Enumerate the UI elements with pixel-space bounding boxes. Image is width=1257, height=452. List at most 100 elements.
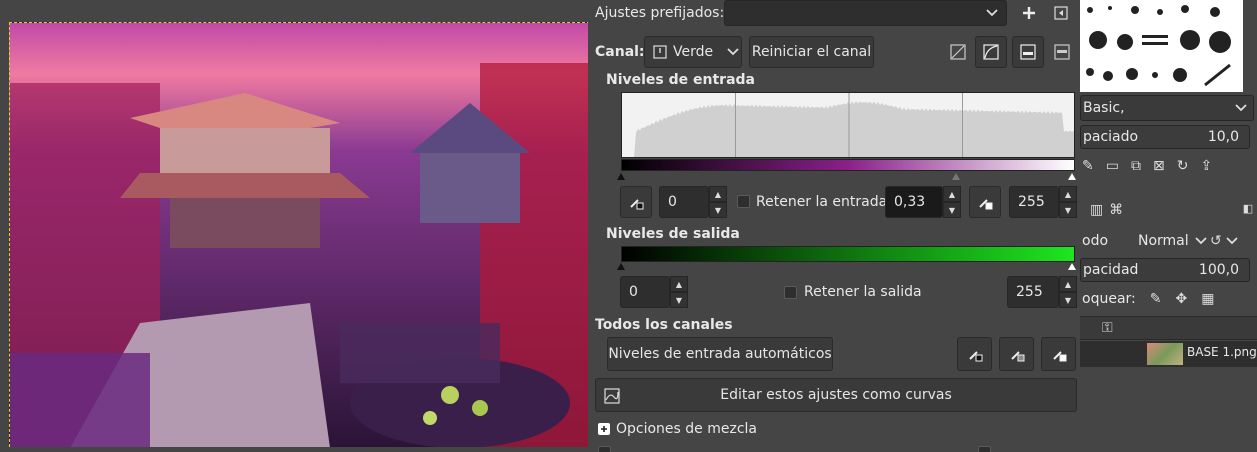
preset-menu-button[interactable] <box>1050 2 1072 24</box>
lock-paint-icon[interactable]: ✎ <box>1150 291 1162 307</box>
output-high-field[interactable]: 255 <box>1007 276 1059 308</box>
input-gamma-handle[interactable] <box>952 173 960 180</box>
presets-dropdown[interactable] <box>724 0 1007 26</box>
output-black-handle[interactable] <box>617 263 625 270</box>
lock-label: oquear: <box>1082 291 1136 307</box>
histogram <box>621 92 1075 158</box>
input-high-value: 255 <box>1018 194 1045 210</box>
chevron-down-icon <box>1235 104 1247 112</box>
log-histogram-button[interactable] <box>975 36 1007 68</box>
chevron-down-icon <box>1195 237 1207 245</box>
blend-options-expander[interactable]: Opciones de mezcla <box>598 419 757 439</box>
reset-mode-icon: ↺ <box>1210 233 1222 249</box>
add-preset-button[interactable] <box>1018 2 1040 24</box>
input-high-spinner[interactable]: ▲ ▼ <box>1059 186 1077 218</box>
dock-tabs: ▥ ⌘ <box>1090 198 1123 222</box>
auto-input-levels-button[interactable]: Niveles de entrada automáticos <box>607 337 833 371</box>
channels-tab-icon[interactable]: ▥ <box>1090 202 1103 218</box>
reset-channel-label: Reiniciar el canal <box>751 44 872 60</box>
edit-as-curves-button[interactable]: Editar estos ajustes como curvas <box>595 378 1077 412</box>
show-histogram-button[interactable] <box>1012 36 1044 68</box>
layers-header: ⚿ <box>1080 316 1257 340</box>
eyedropper-black-icon <box>968 351 982 362</box>
input-slider-track[interactable] <box>617 171 1076 181</box>
all-channels-title: Todos los canales <box>595 317 733 333</box>
composite-mode-button[interactable]: ↺ <box>1210 230 1238 252</box>
layer-thumbnail <box>1147 343 1183 365</box>
layer-row[interactable]: BASE 1.png <box>1080 341 1257 367</box>
spacing-field[interactable]: paciado 10,0 <box>1080 125 1250 149</box>
dock-menu-button[interactable]: ◧ <box>1240 200 1256 216</box>
histogram-view-button[interactable] <box>1050 40 1074 64</box>
spacing-value: 10,0 <box>1207 129 1239 145</box>
log-histogram-icon <box>983 44 999 60</box>
eyedropper-white-icon <box>1052 351 1066 362</box>
layer-lock-column-icon: ⚿ <box>1102 320 1113 336</box>
output-slider-track[interactable] <box>617 262 1076 272</box>
preview-checkbox[interactable] <box>598 446 611 452</box>
image-canvas[interactable] <box>9 22 590 447</box>
duplicate-brush-icon[interactable]: ⧉ <box>1131 158 1141 174</box>
delete-brush-icon[interactable]: ⊠ <box>1153 158 1165 174</box>
chevron-down-icon <box>1226 237 1238 245</box>
channel-label: Canal: <box>595 44 645 60</box>
gamma-spinner[interactable]: ▲ ▼ <box>943 186 961 218</box>
blend-options-label: Opciones de mezcla <box>616 421 758 437</box>
brush-name: Basic, <box>1083 100 1125 116</box>
auto-input-levels-label: Niveles de entrada automáticos <box>608 346 832 362</box>
channel-dropdown[interactable]: Verde <box>644 36 742 68</box>
keep-input-checkbox[interactable] <box>737 195 750 208</box>
keep-output-label: Retener la salida <box>804 284 922 300</box>
chevron-down-icon <box>727 48 739 56</box>
opacity-value: 100,0 <box>1198 262 1239 278</box>
eyedropper-white-icon <box>979 199 993 210</box>
pick-black-all-button[interactable] <box>957 337 992 371</box>
keep-output-checkbox[interactable] <box>784 286 797 299</box>
output-white-handle[interactable] <box>1068 263 1076 270</box>
presets-label: Ajustes prefijados: <box>595 5 725 21</box>
output-high-value: 255 <box>1016 284 1043 300</box>
channel-icon <box>653 45 667 59</box>
paths-tab-icon[interactable]: ⌘ <box>1109 202 1123 218</box>
new-brush-icon[interactable]: ▭ <box>1106 158 1119 174</box>
lock-alpha-icon[interactable]: ▦ <box>1201 291 1214 307</box>
input-high-field[interactable]: 255 <box>1009 186 1059 218</box>
edit-brush-icon[interactable]: ✎ <box>1082 158 1094 174</box>
menu-left-icon <box>1054 6 1068 20</box>
split-view-checkbox[interactable] <box>978 446 991 452</box>
edit-as-curves-label: Editar estos ajustes como curvas <box>720 387 952 403</box>
pick-gray-all-button[interactable] <box>999 337 1034 371</box>
lock-position-icon[interactable]: ✥ <box>1175 291 1187 307</box>
pick-black-input-button[interactable] <box>620 186 652 218</box>
brush-name-field[interactable]: Basic, <box>1080 95 1254 121</box>
gamma-field[interactable]: 0,33 <box>885 186 943 218</box>
linear-histogram-icon <box>950 44 966 60</box>
input-low-field[interactable]: 0 <box>659 186 709 218</box>
input-black-handle[interactable] <box>617 173 625 180</box>
linear-histogram-button[interactable] <box>946 40 970 64</box>
open-brush-icon[interactable]: ⇪ <box>1200 158 1212 174</box>
output-low-field[interactable]: 0 <box>620 276 670 308</box>
eyedropper-gray-icon <box>1010 351 1024 362</box>
opacity-label: pacidad <box>1083 262 1139 278</box>
layer-name: BASE 1.png <box>1187 345 1257 359</box>
input-white-handle[interactable] <box>1068 173 1076 180</box>
channel-value: Verde <box>673 44 714 60</box>
opacity-field[interactable]: pacidad 100,0 <box>1080 258 1250 282</box>
output-gradient <box>621 246 1075 262</box>
eyedropper-black-icon <box>630 199 644 210</box>
garden-image <box>10 23 590 447</box>
right-dock: Basic, paciado 10,0 ✎ ▭ ⧉ ⊠ ↻ ⇪ ▥ ⌘ ◧ od… <box>1080 0 1257 452</box>
brush-grid[interactable] <box>1080 0 1243 92</box>
pick-white-input-button[interactable] <box>969 186 1001 218</box>
output-low-spinner[interactable]: ▲ ▼ <box>670 276 688 308</box>
histogram-view-icon <box>1054 44 1070 60</box>
mode-dropdown[interactable]: Normal <box>1138 230 1207 252</box>
output-high-spinner[interactable]: ▲ ▼ <box>1059 276 1077 308</box>
reset-channel-button[interactable]: Reiniciar el canal <box>749 36 874 68</box>
histogram-icon <box>1020 44 1036 60</box>
refresh-brushes-icon[interactable]: ↻ <box>1177 158 1189 174</box>
input-low-spinner[interactable]: ▲ ▼ <box>709 186 727 218</box>
histogram-plot <box>622 93 1074 157</box>
pick-white-all-button[interactable] <box>1041 337 1076 371</box>
